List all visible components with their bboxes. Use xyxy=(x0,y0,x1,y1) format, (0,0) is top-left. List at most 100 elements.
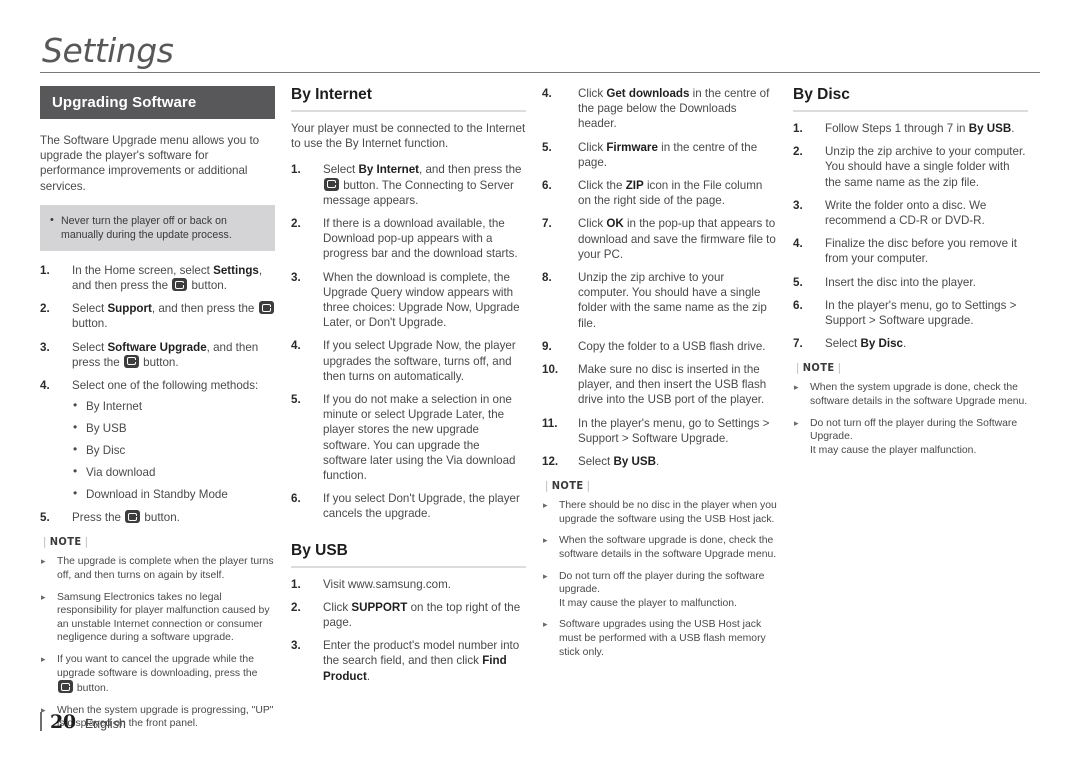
list-item: 6. In the player's menu, go to Settings >… xyxy=(793,298,1028,328)
list-item-number: 2. xyxy=(291,600,301,614)
list-item: 3. Enter the product's model number into … xyxy=(291,638,526,684)
list-item: 5. Click Firmware in the centre of the pa… xyxy=(542,140,777,170)
page-number: 20 xyxy=(50,711,76,733)
list-item-number: 2. xyxy=(793,145,803,159)
list-item: 6. Click the ZIP icon in the File column … xyxy=(542,178,777,208)
header-rule xyxy=(40,72,1040,73)
list-item: 3. Select Software Upgrade, and then pres… xyxy=(40,340,275,370)
column-3: 4. Click Get downloads in the centre of t… xyxy=(542,86,777,739)
list-item: 1. In the Home screen, select Settings, a… xyxy=(40,263,275,293)
note-label-text: NOTE xyxy=(49,535,82,549)
note-item: There should be no disc in the player wh… xyxy=(542,499,777,526)
list-item-text: Select Support, and then press the butto… xyxy=(72,301,275,330)
list-item-text: In the player's menu, go to Settings > S… xyxy=(578,416,770,445)
list-item: 5. Press the button. xyxy=(40,510,275,525)
note-item: Samsung Electronics takes no legal respo… xyxy=(40,591,275,645)
list-item: 11. In the player's menu, go to Settings … xyxy=(542,416,777,446)
list-item: 1. Select By Internet, and then press the… xyxy=(291,162,526,208)
column-4: By Disc 1. Follow Steps 1 through 7 in By… xyxy=(793,86,1028,739)
list-item-number: 12. xyxy=(542,455,559,469)
list-item-text: Select Software Upgrade, and then press … xyxy=(72,340,259,369)
list-item-number: 3. xyxy=(40,340,50,354)
list-item-text: Copy the folder to a USB flash drive. xyxy=(578,339,766,353)
list-item: 3. Write the folder onto a disc. We recom… xyxy=(793,198,1028,228)
by-usb-heading: By USB xyxy=(291,542,526,568)
list-item: By USB xyxy=(72,420,275,436)
list-item: 7. Select By Disc. xyxy=(793,336,1028,351)
list-item-text: When the download is complete, the Upgra… xyxy=(323,270,520,330)
list-item-text: Select By Internet, and then press the b… xyxy=(323,163,522,207)
footer-language: English xyxy=(84,717,126,731)
list-item-number: 7. xyxy=(542,217,552,231)
list-item-text: Unzip the zip archive to your computer. … xyxy=(825,145,1026,189)
note-pipe-left: | xyxy=(43,535,47,549)
note-label-1: | NOTE | xyxy=(40,535,275,548)
by-disc-notes-list: When the system upgrade is done, check t… xyxy=(793,381,1028,457)
enter-button-icon xyxy=(258,301,274,315)
list-item-text: If you select Upgrade Now, the player up… xyxy=(323,339,516,383)
list-item-text: Select one of the following methods: xyxy=(72,379,259,393)
enter-button-icon xyxy=(123,354,139,368)
note-pipe-left: | xyxy=(796,361,800,375)
list-item: 4. Select one of the following methods: By… xyxy=(40,378,275,502)
list-item-number: 4. xyxy=(40,379,50,393)
note-label-text: NOTE xyxy=(802,361,835,375)
list-item-text: Enter the product's model number into th… xyxy=(323,639,520,683)
list-item-text: Write the folder onto a disc. We recomme… xyxy=(825,198,987,228)
list-item-number: 4. xyxy=(291,339,301,353)
list-item-number: 7. xyxy=(793,337,803,351)
list-item-number: 6. xyxy=(291,492,301,506)
list-item: 4. Click Get downloads in the centre of t… xyxy=(542,86,777,132)
list-item-number: 3. xyxy=(291,639,301,653)
list-item-text: Click the ZIP icon in the File column on… xyxy=(578,179,763,208)
list-item-text: Follow Steps 1 through 7 in By USB. xyxy=(825,122,1015,135)
list-item-text: Unzip the zip archive to your computer. … xyxy=(578,271,767,330)
list-item-text: If you select Don't Upgrade, the player … xyxy=(323,492,520,521)
list-item: 7. Click OK in the pop-up that appears to… xyxy=(542,216,777,262)
list-item-text: Press the button. xyxy=(72,510,180,525)
list-item-number: 2. xyxy=(40,302,50,316)
list-item: 1. Follow Steps 1 through 7 in By USB. xyxy=(793,121,1028,136)
list-item-number: 8. xyxy=(542,271,552,285)
list-item: 1. Visit www.samsung.com. xyxy=(291,577,526,592)
list-item-number: 5. xyxy=(40,511,50,525)
list-item-number: 3. xyxy=(291,270,301,284)
footer-bar xyxy=(40,712,42,731)
list-item-text: Insert the disc into the player. xyxy=(825,275,976,289)
list-item-number: 1. xyxy=(793,122,803,135)
list-item-text: Click Get downloads in the centre of the… xyxy=(578,87,770,131)
enter-button-icon xyxy=(125,510,141,524)
list-item-number: 3. xyxy=(793,198,803,212)
list-item-number: 1. xyxy=(291,577,301,591)
note-item: When the system upgrade is done, check t… xyxy=(793,381,1028,408)
note-item: The upgrade is complete when the player … xyxy=(40,555,275,582)
note-pipe-left: | xyxy=(545,479,549,493)
column-1: Upgrading Software The Software Upgrade … xyxy=(40,86,275,739)
by-usb-steps-list-col2: 1. Visit www.samsung.com. 2. Click SUPPORT … xyxy=(291,577,526,684)
list-item-text: Make sure no disc is inserted in the pla… xyxy=(578,363,767,407)
by-usb-steps-list-col3: 4. Click Get downloads in the centre of t… xyxy=(542,86,777,469)
list-item-text: Select By Disc. xyxy=(825,337,907,351)
caution-item: Never turn the player off or back on man… xyxy=(48,213,265,242)
list-item-number: 1. xyxy=(291,163,301,177)
page-header: Settings xyxy=(40,32,1040,73)
enter-button-icon xyxy=(172,278,188,292)
list-item: 8. Unzip the zip archive to your computer… xyxy=(542,270,777,331)
list-item: Download in Standby Mode xyxy=(72,486,275,502)
list-item: Via download xyxy=(72,464,275,480)
note-item: Software upgrades using the USB Host jac… xyxy=(542,618,777,659)
list-item: By Internet xyxy=(72,398,275,414)
note-pipe-right: | xyxy=(837,361,842,375)
list-item: 4. If you select Upgrade Now, the player … xyxy=(291,338,526,384)
list-item-number: 5. xyxy=(793,275,803,289)
column-2: By Internet Your player must be connecte… xyxy=(291,86,526,739)
list-item-text: Click OK in the pop-up that appears to d… xyxy=(578,217,776,261)
list-item-text: Click Firmware in the centre of the page… xyxy=(578,140,758,169)
list-item-text: Click SUPPORT on the top right of the pa… xyxy=(323,600,521,630)
list-item-number: 1. xyxy=(40,263,50,277)
list-item-number: 6. xyxy=(793,298,803,312)
list-item-number: 9. xyxy=(542,339,552,353)
note-item: Do not turn off the player during the So… xyxy=(793,417,1028,458)
list-item: 9. Copy the folder to a USB flash drive. xyxy=(542,339,777,354)
page-footer: 20 English xyxy=(40,709,126,733)
